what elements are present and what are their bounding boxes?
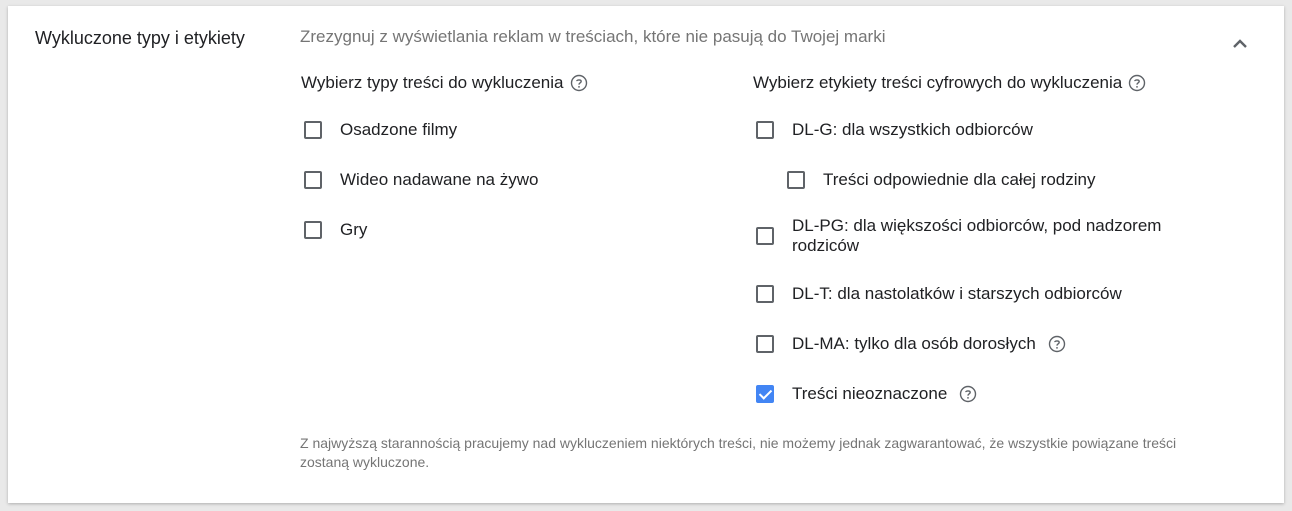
help-icon[interactable]: [1128, 74, 1146, 92]
checkbox[interactable]: [304, 221, 322, 239]
option-games[interactable]: Gry: [304, 220, 367, 240]
collapse-button[interactable]: [1225, 28, 1255, 58]
option-label: Gry: [340, 220, 368, 239]
disclaimer-note: Z najwyższą starannością pracujemy nad w…: [300, 435, 1177, 470]
option-label: DL-PG: dla większości odbiorców, pod nad…: [792, 216, 1162, 255]
help-icon[interactable]: [959, 385, 977, 403]
help-icon[interactable]: [570, 74, 588, 92]
content-types-heading-label: Wybierz typy treści do wykluczenia: [301, 73, 564, 92]
checkbox[interactable]: [304, 171, 322, 189]
digital-labels-heading: Wybierz etykiety treści cyfrowych do wyk…: [753, 73, 1146, 93]
option-dl-g[interactable]: DL-G: dla wszystkich odbiorców: [756, 120, 1033, 140]
chevron-up-icon: [1233, 39, 1247, 48]
checkbox-checked[interactable]: [756, 385, 774, 403]
checkbox[interactable]: [787, 171, 805, 189]
option-label: DL-MA: tylko dla osób dorosłych: [792, 334, 1036, 353]
option-label: Treści odpowiednie dla całej rodziny: [823, 170, 1096, 189]
option-label: Osadzone filmy: [340, 120, 458, 139]
option-unlabeled[interactable]: Treści nieoznaczone: [756, 384, 977, 404]
checkbox[interactable]: [756, 335, 774, 353]
checkbox[interactable]: [304, 121, 322, 139]
help-icon[interactable]: [1048, 335, 1066, 353]
option-embedded-videos[interactable]: Osadzone filmy: [304, 120, 457, 140]
option-dl-t[interactable]: DL-T: dla nastolatków i starszych odbior…: [756, 284, 1122, 304]
section-title: Wykluczone typy i etykiety: [35, 28, 245, 48]
option-live-streaming[interactable]: Wideo nadawane na żywo: [304, 170, 538, 190]
checkbox[interactable]: [756, 121, 774, 139]
option-dl-pg[interactable]: DL-PG: dla większości odbiorców, pod nad…: [756, 216, 1192, 256]
digital-labels-heading-label: Wybierz etykiety treści cyfrowych do wyk…: [753, 73, 1123, 92]
content-types-heading: Wybierz typy treści do wykluczenia: [301, 73, 588, 93]
exclusions-panel: Wykluczone typy i etykiety Zrezygnuj z w…: [8, 6, 1284, 503]
option-label: Treści nieoznaczone: [792, 384, 948, 403]
option-label: Wideo nadawane na żywo: [340, 170, 539, 189]
checkbox[interactable]: [756, 285, 774, 303]
section-description: Zrezygnuj z wyświetlania reklam w treści…: [300, 27, 886, 46]
option-family-content[interactable]: Treści odpowiednie dla całej rodziny: [787, 170, 1095, 190]
option-dl-ma[interactable]: DL-MA: tylko dla osób dorosłych: [756, 334, 1066, 354]
option-label: DL-T: dla nastolatków i starszych odbior…: [792, 284, 1122, 303]
checkbox[interactable]: [756, 227, 774, 245]
option-label: DL-G: dla wszystkich odbiorców: [792, 120, 1033, 139]
